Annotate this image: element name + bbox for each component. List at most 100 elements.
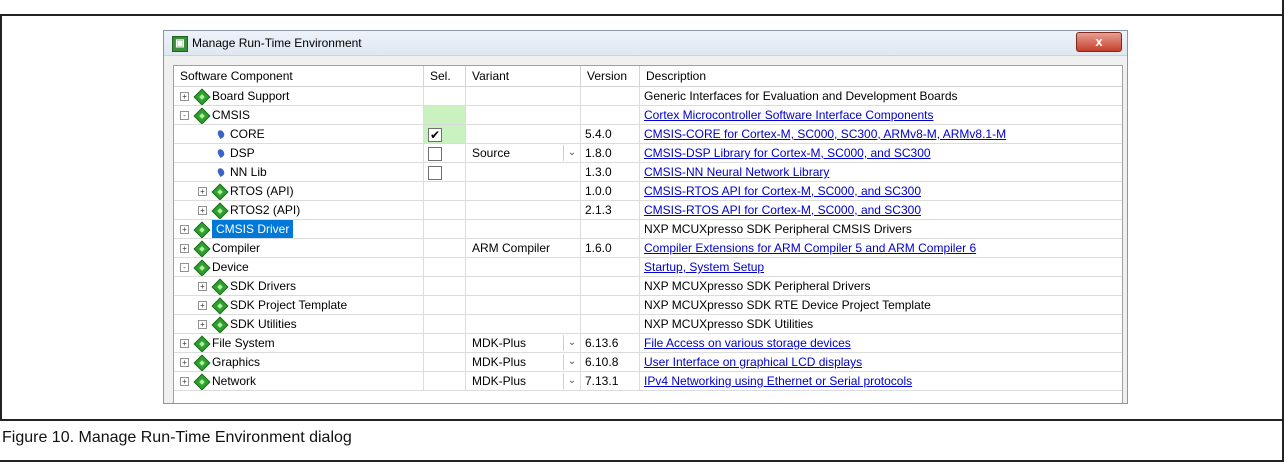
chevron-down-icon[interactable]: ⌄: [563, 145, 580, 161]
variant-cell: [466, 296, 581, 315]
table-row[interactable]: + RTOS2 (API) 2.1.3 CMSIS-RTOS API for Cort…: [174, 201, 1122, 220]
chevron-down-icon[interactable]: ⌄: [563, 354, 580, 370]
header-variant[interactable]: Variant: [466, 66, 581, 86]
variant-select[interactable]: MDK-Plus ⌄: [466, 353, 581, 372]
component-name[interactable]: Network: [212, 372, 256, 390]
table-row[interactable]: CORE ✔ 5.4.0 CMSIS-CORE for Cortex-M, SC000…: [174, 125, 1122, 144]
variant-cell: [466, 315, 581, 334]
description-link[interactable]: Startup, System Setup: [644, 260, 764, 274]
description-link[interactable]: Compiler Extensions for ARM Compiler 5 a…: [644, 241, 976, 255]
table-row[interactable]: + SDK Utilities NXP MCUXpresso SDK Utiliti…: [174, 315, 1122, 334]
component-name[interactable]: RTOS2 (API): [230, 201, 300, 219]
expand-icon[interactable]: +: [198, 320, 207, 329]
description-link[interactable]: CMSIS-NN Neural Network Library: [644, 165, 829, 179]
expand-icon[interactable]: +: [198, 301, 207, 310]
window-title: Manage Run-Time Environment: [192, 36, 362, 50]
expand-icon[interactable]: +: [198, 206, 207, 215]
description-text: NXP MCUXpresso SDK Peripheral CMSIS Driv…: [644, 222, 912, 236]
table-row[interactable]: + CMSIS Driver NXP MCUXpresso SDK Peripher…: [174, 220, 1122, 239]
component-name[interactable]: CMSIS: [212, 106, 250, 124]
description-cell: Cortex Microcontroller Software Interfac…: [640, 106, 1122, 125]
header-sel[interactable]: Sel.: [424, 66, 466, 86]
description-link[interactable]: CMSIS-DSP Library for Cortex-M, SC000, a…: [644, 146, 931, 160]
table-row[interactable]: + Compiler ARM Compiler 1.6.0 Compiler Exten…: [174, 239, 1122, 258]
collapse-icon[interactable]: -: [180, 263, 189, 272]
component-name[interactable]: NN Lib: [230, 163, 267, 181]
version-cell: [581, 258, 640, 277]
table-row[interactable]: NN Lib 1.3.0 CMSIS-NN Neural Network Libra…: [174, 163, 1122, 182]
variant-select[interactable]: MDK-Plus ⌄: [466, 334, 581, 353]
select-checkbox[interactable]: [428, 147, 442, 161]
version-cell: 2.1.3: [581, 201, 640, 220]
table-row[interactable]: + Graphics MDK-Plus ⌄ 6.10.8 User Interface o…: [174, 353, 1122, 372]
component-name[interactable]: Board Support: [212, 87, 289, 105]
component-name[interactable]: RTOS (API): [230, 182, 294, 200]
variant-cell: [466, 182, 581, 201]
expand-icon[interactable]: +: [180, 358, 189, 367]
component-icon: [193, 354, 211, 371]
description-link[interactable]: IPv4 Networking using Ethernet or Serial…: [644, 374, 912, 388]
description-link[interactable]: CMSIS-RTOS API for Cortex-M, SC000, and …: [644, 184, 921, 198]
select-checkbox[interactable]: ✔: [428, 128, 442, 142]
table-row[interactable]: + SDK Drivers NXP MCUXpresso SDK Periphera…: [174, 277, 1122, 296]
chevron-down-icon[interactable]: ⌄: [563, 373, 580, 389]
table-row[interactable]: - CMSIS Cortex Microcontroller Software In…: [174, 106, 1122, 125]
header-version[interactable]: Version: [581, 66, 640, 86]
component-name[interactable]: Device: [212, 258, 249, 276]
expand-icon[interactable]: +: [180, 244, 189, 253]
version-cell: [581, 315, 640, 334]
description-cell: NXP MCUXpresso SDK RTE Device Project Te…: [640, 296, 1122, 315]
table-row[interactable]: + File System MDK-Plus ⌄ 6.13.6 File Access o…: [174, 334, 1122, 353]
component-name[interactable]: File System: [212, 334, 275, 352]
component-cell: + SDK Drivers: [174, 277, 424, 296]
table-row[interactable]: + Board Support Generic Interfaces for Eva…: [174, 87, 1122, 106]
component-cell: + SDK Project Template: [174, 296, 424, 315]
component-icon: [193, 259, 211, 276]
table-row[interactable]: - Device Startup, System Setup: [174, 258, 1122, 277]
component-cell: + Network: [174, 372, 424, 391]
close-button[interactable]: x: [1076, 32, 1122, 52]
component-name[interactable]: SDK Project Template: [230, 296, 347, 314]
expand-icon[interactable]: +: [180, 92, 189, 101]
component-name[interactable]: CMSIS Driver: [212, 220, 294, 238]
header-description[interactable]: Description: [640, 66, 1122, 86]
table-row[interactable]: + SDK Project Template NXP MCUXpresso SDK …: [174, 296, 1122, 315]
header-software-component[interactable]: Software Component: [174, 66, 424, 86]
expand-icon[interactable]: +: [180, 377, 189, 386]
collapse-icon[interactable]: -: [180, 111, 189, 120]
expand-icon[interactable]: +: [198, 282, 207, 291]
description-link[interactable]: User Interface on graphical LCD displays: [644, 355, 862, 369]
component-icon: [211, 202, 229, 219]
sel-cell: [424, 182, 466, 201]
expand-icon[interactable]: +: [180, 225, 189, 234]
variant-select[interactable]: MDK-Plus ⌄: [466, 372, 581, 391]
variant-select[interactable]: Source ⌄: [466, 144, 581, 163]
title-bar: ▣ Manage Run-Time Environment x: [164, 31, 1127, 56]
select-checkbox[interactable]: [428, 166, 442, 180]
sel-cell: [424, 334, 466, 353]
table-row[interactable]: + Network MDK-Plus ⌄ 7.13.1 IPv4 Networking u…: [174, 372, 1122, 391]
description-link[interactable]: CMSIS-RTOS API for Cortex-M, SC000, and …: [644, 203, 921, 217]
component-name[interactable]: DSP: [230, 144, 255, 162]
description-cell: Startup, System Setup: [640, 258, 1122, 277]
table-row[interactable]: DSP Source ⌄ 1.8.0 CMSIS-DSP Library for Cor…: [174, 144, 1122, 163]
description-cell: CMSIS-NN Neural Network Library: [640, 163, 1122, 182]
chevron-down-icon[interactable]: ⌄: [563, 335, 580, 351]
rte-dialog: ▣ Manage Run-Time Environment x Software…: [163, 30, 1128, 404]
component-name[interactable]: SDK Utilities: [230, 315, 297, 333]
expand-icon[interactable]: +: [180, 339, 189, 348]
description-link[interactable]: CMSIS-CORE for Cortex-M, SC000, SC300, A…: [644, 127, 1006, 141]
expand-icon[interactable]: +: [198, 187, 207, 196]
component-name[interactable]: Graphics: [212, 353, 260, 371]
description-link[interactable]: Cortex Microcontroller Software Interfac…: [644, 108, 933, 122]
description-link[interactable]: File Access on various storage devices: [644, 336, 851, 350]
component-name[interactable]: Compiler: [212, 239, 260, 257]
description-cell: NXP MCUXpresso SDK Utilities: [640, 315, 1122, 334]
description-cell: NXP MCUXpresso SDK Peripheral Drivers: [640, 277, 1122, 296]
version-cell: 1.8.0: [581, 144, 640, 163]
component-name[interactable]: SDK Drivers: [230, 277, 296, 295]
component-cell: - Device: [174, 258, 424, 277]
component-name[interactable]: CORE: [230, 125, 265, 143]
table-row[interactable]: + RTOS (API) 1.0.0 CMSIS-RTOS API for Corte…: [174, 182, 1122, 201]
sel-cell: [424, 106, 466, 125]
